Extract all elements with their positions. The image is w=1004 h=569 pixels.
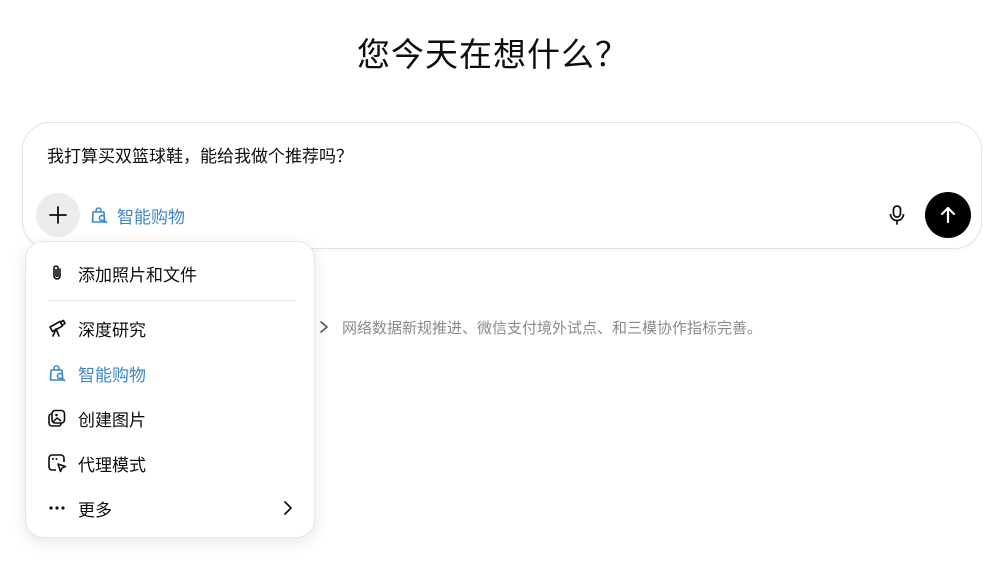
menu-item-create-image[interactable]: 创建图片 bbox=[36, 398, 306, 438]
add-button[interactable] bbox=[36, 193, 80, 237]
more-dots-icon bbox=[46, 497, 68, 519]
prompt-input[interactable]: 我打算买双篮球鞋，能给我做个推荐吗？ bbox=[47, 145, 353, 169]
menu-item-label: 代理模式 bbox=[78, 455, 146, 476]
active-tool-chip[interactable]: 智能购物 bbox=[89, 201, 185, 229]
send-button[interactable] bbox=[925, 192, 971, 238]
chevron-right-icon bbox=[320, 321, 328, 333]
image-create-icon bbox=[46, 407, 68, 429]
page-title: 您今天在想什么？ bbox=[357, 35, 629, 74]
menu-item-label: 深度研究 bbox=[78, 320, 146, 341]
menu-divider bbox=[48, 300, 295, 301]
prompt-composer[interactable]: 我打算买双篮球鞋，能给我做个推荐吗？ 智能购物 bbox=[22, 122, 982, 249]
suggestion-text: 网络数据新规推进、微信支付境外试点、和三模协作指标完善。 bbox=[342, 318, 763, 337]
menu-item-more[interactable]: 更多 bbox=[36, 488, 306, 528]
microphone-icon bbox=[889, 205, 905, 225]
menu-item-deep-research[interactable]: 深度研究 bbox=[36, 308, 306, 348]
shopping-bag-search-icon bbox=[91, 207, 108, 224]
chat-home-page: 您今天在想什么？ 我打算买双篮球鞋，能给我做个推荐吗？ 智能购物 网络数据新规推… bbox=[0, 0, 1004, 569]
voice-input-button[interactable] bbox=[881, 199, 913, 231]
background-suggestion-row[interactable]: 网络数据新规推进、微信支付境外试点、和三模协作指标完善。 bbox=[318, 315, 762, 339]
menu-item-agent-mode[interactable]: 代理模式 bbox=[36, 443, 306, 483]
menu-item-smart-shopping[interactable]: 智能购物 bbox=[36, 353, 306, 393]
shopping-bag-search-icon bbox=[46, 362, 68, 384]
arrow-up-icon bbox=[940, 206, 956, 224]
menu-item-add-files[interactable]: 添加照片和文件 bbox=[36, 253, 306, 293]
menu-item-label: 智能购物 bbox=[78, 365, 146, 386]
paperclip-icon bbox=[46, 262, 68, 284]
menu-item-label: 创建图片 bbox=[78, 410, 146, 431]
agent-cursor-icon bbox=[46, 452, 68, 474]
plus-icon bbox=[49, 206, 67, 224]
tools-menu: 添加照片和文件 深度研究 智能购物 创建图片 代理模式 更多 bbox=[25, 241, 315, 538]
telescope-icon bbox=[46, 317, 68, 339]
menu-item-label: 更多 bbox=[78, 500, 112, 521]
menu-item-label: 添加照片和文件 bbox=[78, 265, 197, 286]
chevron-right-icon bbox=[284, 501, 292, 515]
active-tool-label: 智能购物 bbox=[117, 207, 185, 228]
